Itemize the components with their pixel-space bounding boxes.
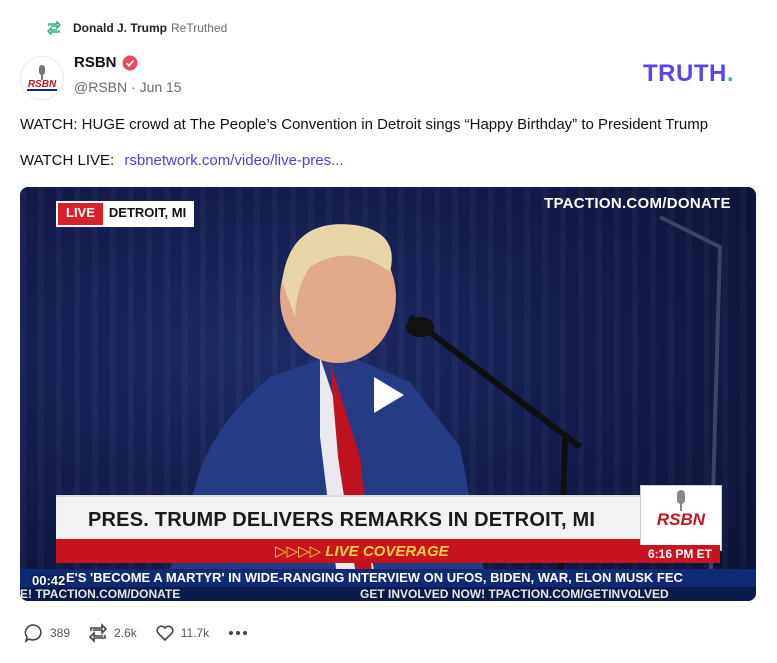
retruth-button[interactable]: 2.6k	[88, 623, 137, 643]
bottom-ticker: E! TPACTION.COM/DONATE GET INVOLVED NOW!…	[20, 587, 756, 601]
truth-logo[interactable]: TRUTH.	[643, 60, 734, 88]
author-name-text[interactable]: RSBN	[74, 54, 117, 71]
news-headline: PRES. TRUMP DELIVERS REMARKS IN DETROIT,…	[88, 509, 596, 531]
watch-live-label: WATCH LIVE:	[20, 152, 115, 169]
author-handle[interactable]: @RSBN	[74, 79, 127, 95]
retruth-tag: ReTruthed	[171, 21, 228, 35]
live-badge: LIVE DETROIT, MI	[56, 201, 195, 227]
like-count: 11.7k	[180, 626, 210, 640]
video-player[interactable]: LIVE DETROIT, MI TPACTION.COM/DONATE PRE…	[20, 187, 756, 601]
watch-live-line: WATCH LIVE: rsbnetwork.com/video/live-pr…	[20, 152, 344, 169]
author-name[interactable]: RSBN	[74, 54, 138, 71]
reply-button[interactable]: 389	[24, 623, 70, 643]
truth-logo-text: TRUTH	[643, 60, 727, 87]
heart-icon	[156, 625, 174, 642]
post-text: WATCH: HUGE crowd at The People’s Conven…	[20, 116, 709, 133]
svg-text:RSBN: RSBN	[28, 79, 57, 90]
avatar[interactable]: RSBN	[20, 56, 64, 100]
location-label: DETROIT, MI	[102, 203, 193, 225]
reply-count: 389	[50, 626, 71, 640]
donate-overlay: TPACTION.COM/DONATE	[544, 195, 731, 212]
action-bar: 389 2.6k 11.7k	[24, 622, 267, 644]
more-button[interactable]	[227, 623, 249, 643]
handle-row: @RSBN · Jun 15	[74, 79, 182, 95]
retruth-row: Donald J. Trump ReTruthed	[47, 19, 227, 37]
retruth-action-icon	[88, 623, 108, 643]
reply-icon	[24, 624, 42, 643]
rsbn-bug-text: RSBN	[656, 510, 706, 529]
news-ticker: E'S 'BECOME A MARTYR' IN WIDE-RANGING IN…	[20, 569, 756, 587]
like-button[interactable]: 11.7k	[155, 623, 209, 643]
retruth-count: 2.6k	[114, 626, 137, 640]
verified-badge-icon	[122, 55, 138, 70]
live-label: LIVE	[58, 203, 103, 225]
rsbn-logo-icon: RSBN	[21, 57, 63, 99]
post-date[interactable]: Jun 15	[140, 79, 182, 95]
truth-logo-dot: .	[726, 60, 734, 87]
broadcast-time: 6:16 PM ET	[640, 545, 720, 563]
rsbn-bug: RSBN	[640, 485, 722, 551]
video-timecode: 00:42	[32, 573, 66, 588]
live-coverage-label: ▷▷▷▷ LIVE COVERAGE	[275, 543, 449, 560]
bottom-ticker-left: E! TPACTION.COM/DONATE	[20, 587, 181, 601]
play-icon[interactable]	[368, 375, 408, 415]
separator: ·	[131, 79, 136, 95]
watch-live-link[interactable]: rsbnetwork.com/video/live-pres...	[124, 152, 343, 169]
bottom-ticker-right: GET INVOLVED NOW! TPACTION.COM/GETINVOLV…	[360, 587, 669, 601]
retruth-user-name[interactable]: Donald J. Trump	[73, 21, 167, 35]
retruth-icon	[47, 21, 61, 35]
more-icon	[229, 631, 248, 635]
